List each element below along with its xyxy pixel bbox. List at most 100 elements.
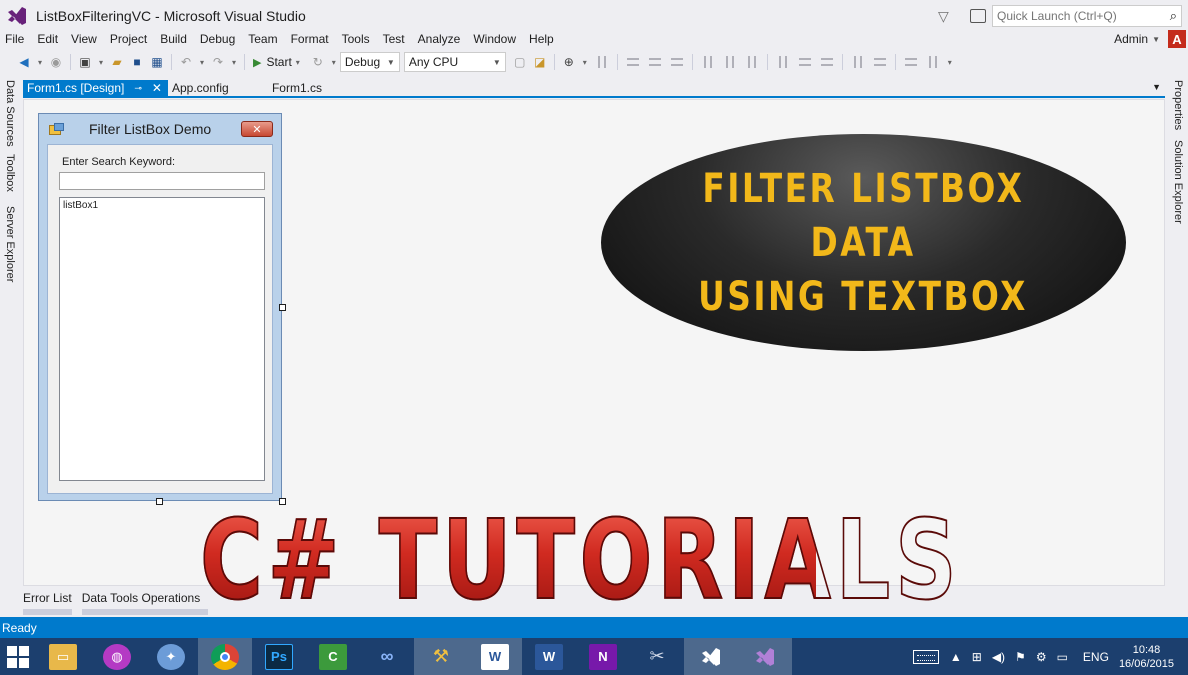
vertical-spacing-icon[interactable] [872,54,888,70]
error-list-tab[interactable]: Error List [23,591,72,615]
tab-app-config[interactable]: App.config [168,80,268,96]
find-icon[interactable]: ⊕ [559,52,579,72]
refresh-icon[interactable]: ↻ [308,52,328,72]
menu-format[interactable]: Format [286,32,337,46]
menu-tools[interactable]: Tools [337,32,378,46]
navigate-back-dropdown-icon[interactable]: ▾ [34,52,46,72]
taskbar-photoshop[interactable]: Ps [252,638,306,675]
tab-list-dropdown-icon[interactable]: ▼ [1152,82,1161,92]
start-dropdown-icon[interactable]: ▾ [292,52,304,72]
align-centers-icon[interactable] [647,54,663,70]
resize-handle-right[interactable] [279,304,286,311]
pin-icon[interactable]: ⊸ [134,83,142,94]
server-explorer-tab[interactable]: Server Explorer [4,206,16,282]
menu-team[interactable]: Team [243,32,285,46]
windows-flag-icon[interactable]: ⊞ [972,650,982,664]
save-all-icon[interactable]: ▦ [147,52,167,72]
taskbar-tools-app[interactable]: ⚒ [414,638,468,675]
search-icon[interactable]: ⌕ [1170,8,1177,24]
taskbar-safari[interactable]: ✦ [144,638,198,675]
taskbar-camtasia[interactable]: C [306,638,360,675]
horizontal-spacing-icon[interactable] [850,54,866,70]
menu-window[interactable]: Window [468,32,524,46]
taskbar-onenote[interactable]: N [576,638,630,675]
toolbar-overflow-icon[interactable]: ▾ [944,52,956,72]
new-project-dropdown-icon[interactable]: ▾ [95,52,107,72]
search-textbox[interactable] [59,172,265,190]
undo-dropdown-icon[interactable]: ▾ [196,52,208,72]
listbox[interactable]: listBox1 [59,197,265,481]
make-same-height-icon[interactable] [797,54,813,70]
solution-configuration-select[interactable]: Debug ▼ [339,52,400,72]
bring-to-front-icon[interactable] [903,54,919,70]
refresh-dropdown-icon[interactable]: ▾ [328,52,340,72]
navigate-back-icon[interactable]: ◀ [14,52,34,72]
toolbox-tab[interactable]: Toolbox [4,154,16,192]
align-middles-icon[interactable] [722,54,738,70]
menu-help[interactable]: Help [524,32,562,46]
taskbar-chrome[interactable] [198,638,252,675]
designed-form[interactable]: Filter ListBox Demo ✕ Enter Search Keywo… [38,113,282,501]
menu-debug[interactable]: Debug [195,32,243,46]
open-file-icon[interactable]: ▰ [107,52,127,72]
new-project-icon[interactable]: ▣ [75,52,95,72]
user-name[interactable]: Admin [1114,32,1148,46]
show-hidden-icons-icon[interactable]: ▲ [950,650,962,664]
align-tops-icon[interactable] [700,54,716,70]
input-language[interactable]: ENG [1083,650,1109,664]
feedback-icon[interactable] [970,9,986,23]
start-button[interactable] [0,638,36,675]
properties-tab[interactable]: Properties [1172,80,1184,130]
align-bottoms-icon[interactable] [744,54,760,70]
tab-form1-design[interactable]: Form1.cs [Design] ⊸ ✕ [23,80,168,96]
resize-handle-bottom[interactable] [156,498,163,505]
menu-analyze[interactable]: Analyze [413,32,469,46]
taskbar-infinity-app[interactable]: ∞ [360,638,414,675]
menu-edit[interactable]: Edit [32,32,66,46]
taskbar-word[interactable]: W [522,638,576,675]
start-debugging-button[interactable]: ▶ Start ▾ [249,52,308,72]
taskbar-visual-studio-2013[interactable] [684,638,738,675]
data-tools-operations-tab[interactable]: Data Tools Operations [81,591,209,615]
make-same-size-icon[interactable] [819,54,835,70]
action-center-flag-icon[interactable]: ⚑ [1015,650,1026,664]
make-same-width-icon[interactable] [775,54,791,70]
user-menu-caret-icon[interactable]: ▼ [1152,35,1160,44]
data-sources-tab[interactable]: Data Sources [4,80,16,147]
menu-view[interactable]: View [66,32,105,46]
align-lefts-icon[interactable] [625,54,641,70]
solution-explorer-tab[interactable]: Solution Explorer [1172,140,1184,224]
menu-test[interactable]: Test [378,32,413,46]
user-avatar[interactable]: A [1168,30,1186,48]
send-to-back-icon[interactable] [925,54,941,70]
navigate-forward-icon[interactable]: ◉ [46,52,66,72]
form-close-button[interactable]: ✕ [241,121,273,137]
align-to-grid-icon[interactable] [594,54,610,70]
menu-file[interactable]: File [0,32,32,46]
touch-keyboard-icon[interactable] [912,649,939,664]
taskbar-visual-studio-2015[interactable] [738,638,792,675]
settings-gear-icon[interactable]: ⚙ [1036,650,1047,664]
taskbar-snipping-tool[interactable]: ✂ [630,638,684,675]
undo-icon[interactable]: ↶ [176,52,196,72]
menu-project[interactable]: Project [105,32,155,46]
align-rights-icon[interactable] [669,54,685,70]
quick-launch-input[interactable] [997,9,1157,23]
menu-build[interactable]: Build [155,32,195,46]
network-icon[interactable]: ▭ [1057,650,1068,664]
taskbar-word-doc[interactable]: W [468,638,522,675]
taskbar-clock[interactable]: 10:48 16/06/2015 [1119,643,1174,671]
find-dropdown-icon[interactable]: ▾ [579,52,591,72]
taskbar-app-purple[interactable]: ◍ [90,638,144,675]
redo-dropdown-icon[interactable]: ▾ [228,52,240,72]
find-in-files-icon[interactable]: ▢ [510,52,530,72]
redo-icon[interactable]: ↷ [208,52,228,72]
save-icon[interactable]: ■ [127,52,147,72]
tab-order-icon[interactable]: ◪ [530,52,550,72]
notification-filter-icon[interactable]: ▽ [938,9,952,23]
close-icon[interactable]: ✕ [152,81,162,95]
solution-platform-select[interactable]: Any CPU ▼ [403,52,506,72]
tab-form1-cs[interactable]: Form1.cs [268,80,328,96]
taskbar-file-explorer[interactable]: ▭ [36,638,90,675]
quick-launch-box[interactable]: ⌕ [992,5,1182,27]
